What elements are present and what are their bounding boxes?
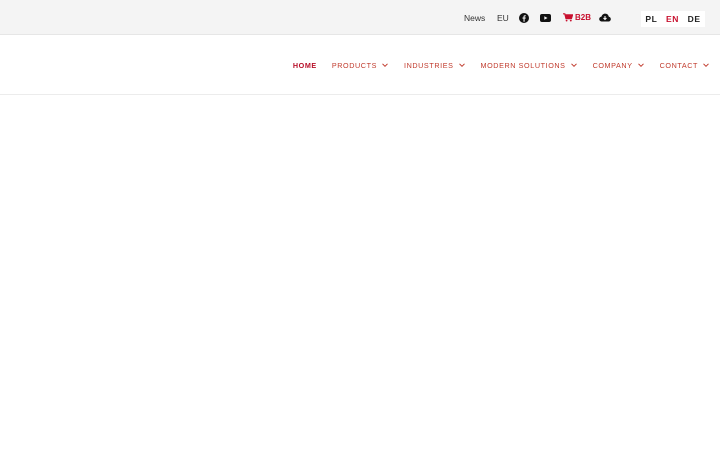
nav-company-label: COMPANY bbox=[592, 60, 633, 70]
nav-industries[interactable]: INDUSTRIES bbox=[404, 61, 466, 70]
chevron-down-icon bbox=[703, 63, 709, 68]
facebook-icon[interactable] bbox=[519, 0, 529, 35]
nav-products[interactable]: PRODUCTS bbox=[332, 61, 389, 70]
youtube-icon[interactable] bbox=[540, 0, 551, 35]
nav-home-label: HOME bbox=[292, 60, 317, 70]
b2b-label: B2B bbox=[575, 13, 592, 22]
nav-products-label: PRODUCTS bbox=[331, 60, 377, 70]
nav-industries-label: INDUSTRIES bbox=[403, 60, 454, 70]
cloud-download-icon[interactable] bbox=[599, 0, 611, 35]
cart-icon bbox=[563, 13, 573, 22]
page-content-area bbox=[0, 96, 720, 450]
main-navigation-bar: HOME PRODUCTS INDUSTRIES MODERN SOLUTION… bbox=[0, 35, 720, 95]
lang-en[interactable]: EN bbox=[666, 14, 679, 24]
lang-pl[interactable]: PL bbox=[645, 14, 657, 24]
top-bar: News EU B2B PL EN DE bbox=[0, 0, 720, 35]
main-nav: HOME PRODUCTS INDUSTRIES MODERN SOLUTION… bbox=[293, 35, 710, 95]
b2b-link[interactable]: B2B bbox=[563, 0, 591, 35]
nav-modern-solutions-label: MODERN SOLUTIONS bbox=[480, 60, 566, 70]
nav-home[interactable]: HOME bbox=[293, 61, 317, 70]
chevron-down-icon bbox=[458, 63, 465, 68]
nav-contact-label: CONTACT bbox=[659, 60, 698, 70]
nav-contact[interactable]: CONTACT bbox=[660, 61, 710, 70]
language-switcher: PL EN DE bbox=[641, 11, 705, 27]
nav-company[interactable]: COMPANY bbox=[593, 61, 645, 70]
chevron-down-icon bbox=[570, 63, 577, 68]
lang-de[interactable]: DE bbox=[688, 14, 701, 24]
chevron-down-icon bbox=[382, 63, 388, 68]
news-link[interactable]: News bbox=[464, 0, 485, 35]
chevron-down-icon bbox=[637, 63, 644, 68]
nav-modern-solutions[interactable]: MODERN SOLUTIONS bbox=[481, 61, 578, 70]
region-link[interactable]: EU bbox=[497, 0, 509, 35]
